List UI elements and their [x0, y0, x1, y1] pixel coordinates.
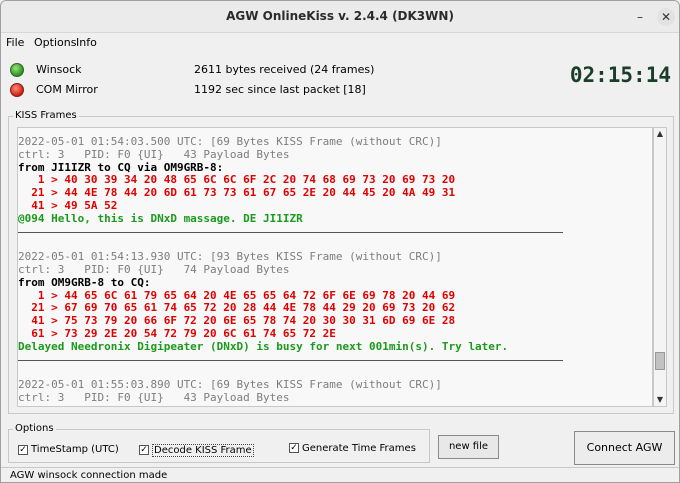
status-bar-text: AGW winsock connection made	[10, 470, 168, 481]
log-line: @094 Hello, this is DNxD massage. DE JI1…	[18, 211, 303, 225]
check-icon: ✓	[19, 445, 27, 455]
log-line: from OM9GRB-8 to CQ:	[18, 275, 151, 289]
menu-file[interactable]: File	[6, 36, 24, 49]
log-line: ctrl: 3 PID: F0 {UI} 43 Payload Bytes	[18, 390, 290, 404]
status-bar: AGW winsock connection made	[1, 467, 679, 482]
connect-agw-button[interactable]: Connect AGW	[574, 431, 675, 465]
menu-bar: File Options Info	[1, 34, 679, 51]
timestamp-label: TimeStamp (UTC)	[31, 444, 119, 455]
kiss-frames-label: KISS Frames	[13, 110, 79, 121]
scrollbar-thumb[interactable]	[655, 352, 665, 370]
arrow-up-icon[interactable]: ▲	[654, 128, 666, 140]
winsock-label: Winsock	[36, 63, 82, 76]
log-line: ctrl: 3 PID: F0 {UI} 43 Payload Bytes	[18, 147, 290, 161]
connection-status: Winsock 2611 bytes received (24 frames) …	[1, 55, 679, 101]
kiss-frames-log[interactable]: 2022-05-01 01:54:03.500 UTC: [69 Bytes K…	[17, 127, 653, 407]
log-scrollbar[interactable]: ▲ ▼	[653, 127, 667, 407]
winsock-status-led	[10, 63, 24, 77]
arrow-down-icon[interactable]: ▼	[654, 394, 666, 406]
frame-separator	[18, 354, 652, 367]
menu-options[interactable]: Options	[34, 36, 76, 49]
frame-separator	[18, 226, 652, 239]
options-label: Options	[13, 423, 56, 434]
log-line: 61 > 73 29 2E 20 54 72 79 20 6C 61 74 65…	[18, 326, 336, 340]
app-window: AGW OnlineKiss v. 2.4.4 (DK3WN) – ✕ File…	[0, 0, 680, 483]
check-icon: ✓	[290, 443, 298, 453]
com-mirror-status-led	[10, 83, 24, 97]
log-line: 41 > 49 5A 52	[18, 198, 118, 212]
log-line: 2022-05-01 01:54:03.500 UTC: [69 Bytes K…	[18, 135, 442, 148]
decode-kiss-checkbox[interactable]: ✓	[139, 445, 149, 455]
log-line: Delayed Needronix Digipeater (DNxD) is b…	[18, 339, 509, 353]
log-line: ctrl: 3 PID: F0 {UI} 74 Payload Bytes	[18, 262, 290, 276]
com-mirror-detail: 1192 sec since last packet [18]	[194, 83, 366, 96]
timestamp-checkbox[interactable]: ✓	[18, 445, 28, 455]
check-icon: ✓	[140, 445, 148, 455]
generate-time-frames-checkbox[interactable]: ✓	[289, 443, 299, 453]
close-icon[interactable]: ✕	[657, 8, 675, 26]
minimize-icon[interactable]: –	[631, 8, 649, 26]
title-bar: AGW OnlineKiss v. 2.4.4 (DK3WN) – ✕	[1, 1, 679, 33]
menu-info[interactable]: Info	[76, 36, 97, 49]
decode-kiss-label: Decode KISS Frame	[152, 444, 254, 457]
com-mirror-label: COM Mirror	[36, 83, 98, 96]
winsock-detail: 2611 bytes received (24 frames)	[194, 63, 375, 76]
utc-clock: 02:15:14	[569, 63, 671, 87]
generate-time-frames-label: Generate Time Frames	[302, 443, 416, 454]
new-file-button[interactable]: new file	[438, 435, 499, 459]
window-title: AGW OnlineKiss v. 2.4.4 (DK3WN)	[226, 9, 454, 23]
